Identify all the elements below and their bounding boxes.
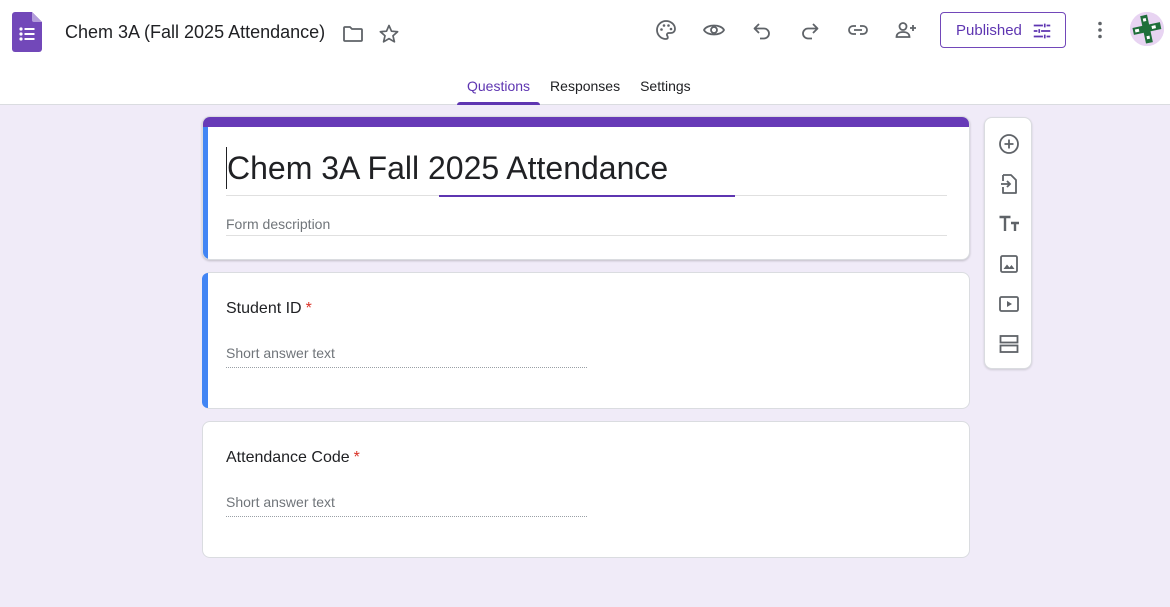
required-asterisk: *: [353, 449, 360, 466]
undo-icon[interactable]: [750, 18, 774, 42]
more-vert-icon[interactable]: [1088, 18, 1112, 42]
required-asterisk: *: [305, 300, 312, 317]
add-video-icon[interactable]: [997, 292, 1021, 316]
tab-bar: Questions Responses Settings: [457, 70, 701, 105]
star-icon[interactable]: [377, 22, 401, 46]
add-section-icon[interactable]: [997, 332, 1021, 356]
question-card[interactable]: Student ID * Short answer text: [202, 272, 970, 409]
add-title-icon[interactable]: [997, 212, 1021, 236]
question-title-text: Attendance Code: [226, 449, 350, 466]
tab-settings[interactable]: Settings: [630, 70, 701, 104]
question-title[interactable]: Student ID *: [226, 300, 312, 318]
description-underline: [226, 235, 947, 236]
theme-color-bar: [203, 117, 969, 127]
preview-eye-icon[interactable]: [702, 18, 726, 42]
short-answer-placeholder: Short answer text: [226, 494, 335, 510]
publish-settings-icon[interactable]: [1031, 20, 1053, 42]
import-questions-icon[interactable]: [997, 172, 1021, 196]
avatar[interactable]: [1130, 12, 1164, 46]
link-icon[interactable]: [846, 18, 870, 42]
active-card-indicator: [202, 273, 208, 408]
question-title-text: Student ID: [226, 300, 302, 317]
form-title-card[interactable]: Chem 3A Fall 2025 Attendance Form descri…: [202, 116, 970, 260]
add-collaborator-icon[interactable]: [894, 18, 918, 42]
short-answer-underline: [226, 516, 587, 517]
active-card-indicator: [203, 127, 208, 259]
add-image-icon[interactable]: [997, 252, 1021, 276]
form-title-input[interactable]: Chem 3A Fall 2025 Attendance: [226, 147, 668, 189]
short-answer-underline: [226, 367, 587, 368]
publish-label: Published: [956, 21, 1022, 39]
folder-icon[interactable]: [341, 22, 365, 46]
side-toolbar: [984, 117, 1032, 369]
palette-icon[interactable]: [654, 18, 678, 42]
publish-button[interactable]: Published: [940, 12, 1066, 48]
title-focus-underline: [439, 195, 735, 197]
top-app-bar: Chem 3A (Fall 2025 Attendance) Published: [0, 0, 1170, 105]
tab-questions[interactable]: Questions: [457, 70, 541, 105]
document-title[interactable]: Chem 3A (Fall 2025 Attendance): [65, 22, 325, 43]
question-title[interactable]: Attendance Code *: [226, 449, 360, 467]
redo-icon[interactable]: [798, 18, 822, 42]
question-card[interactable]: Attendance Code * Short answer text: [202, 421, 970, 558]
add-question-icon[interactable]: [997, 132, 1021, 156]
forms-logo-icon[interactable]: [12, 12, 42, 52]
form-description-input[interactable]: Form description: [226, 216, 330, 232]
short-answer-placeholder: Short answer text: [226, 345, 335, 361]
tab-responses[interactable]: Responses: [540, 70, 630, 104]
